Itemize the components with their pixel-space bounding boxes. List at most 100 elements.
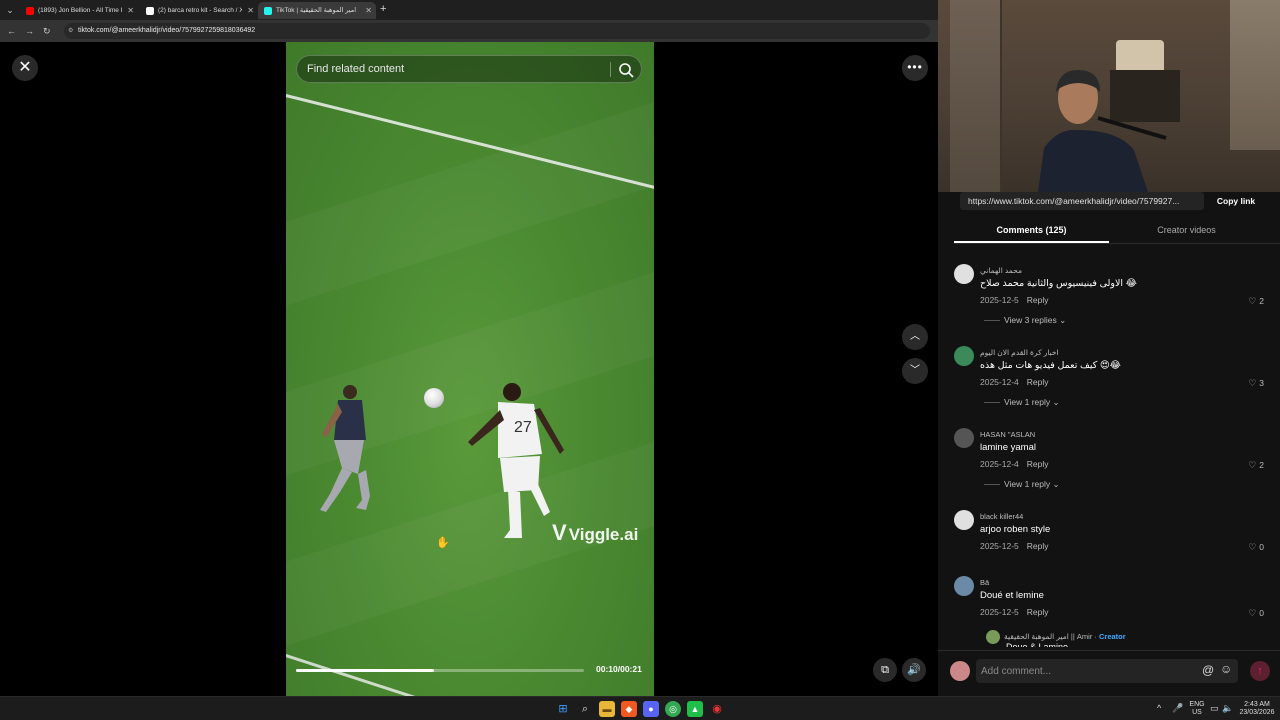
youtube-icon bbox=[26, 6, 34, 15]
player-white-figure: 27 bbox=[468, 383, 564, 538]
previous-video-button[interactable]: ︿ bbox=[902, 324, 928, 350]
emoji-icon[interactable]: ☺ bbox=[1220, 662, 1232, 676]
share-link-field[interactable]: https://www.tiktok.com/@ameerkhalidjr/vi… bbox=[960, 192, 1204, 210]
comment-text: الاولى فينيسيوس والثانية محمد صلاح 😂 bbox=[980, 278, 1137, 289]
video-player[interactable]: 27 VViggle.ai ✋ 00:10/00:21 bbox=[286, 42, 654, 696]
close-video-button[interactable]: ✕ bbox=[12, 55, 38, 81]
comment-meta: 2025-12-4 Reply bbox=[980, 459, 1049, 469]
reply-button[interactable]: Reply bbox=[1027, 459, 1049, 469]
comment-input[interactable] bbox=[976, 659, 1238, 683]
file-explorer-icon[interactable]: ▬ bbox=[599, 701, 615, 717]
mouse-cursor-icon: ✋ bbox=[436, 537, 450, 549]
reply-button[interactable]: Reply bbox=[1027, 541, 1049, 551]
comment-list: محمد الهماني الاولى فينيسيوس والثانية مح… bbox=[938, 256, 1280, 648]
soccer-ball bbox=[424, 388, 444, 408]
comment-text: كيف تعمل فيديو هات مثل هذه 😍😂 bbox=[980, 360, 1121, 371]
discord-icon[interactable]: ● bbox=[643, 701, 659, 717]
comment-meta: 2025-12-4 Reply bbox=[980, 377, 1049, 387]
windows-start-icon[interactable]: ⊞ bbox=[555, 701, 571, 717]
comment-username[interactable]: black killer44 bbox=[980, 512, 1023, 521]
reply-button[interactable]: Reply bbox=[1027, 295, 1049, 305]
address-bar-row: ← → ↻ ⚙ tiktok.com/@ameerkhalidjr/video/… bbox=[0, 20, 938, 42]
network-icon[interactable]: ▭ bbox=[1210, 703, 1219, 714]
comment-username[interactable]: محمد الهماني bbox=[980, 266, 1022, 275]
heart-icon: ♡ bbox=[1248, 296, 1257, 306]
brave-icon[interactable]: ◆ bbox=[621, 701, 637, 717]
copy-link-button[interactable]: Copy link bbox=[1208, 192, 1264, 210]
player-navy-figure bbox=[320, 385, 370, 512]
view-replies-button[interactable]: View 3 replies ⌄ bbox=[984, 315, 1066, 326]
avatar[interactable] bbox=[986, 630, 1000, 644]
jersey-number: 27 bbox=[514, 419, 532, 436]
send-comment-button[interactable]: ↑ bbox=[1250, 661, 1270, 681]
find-related-search[interactable] bbox=[296, 55, 642, 83]
tiktok-icon bbox=[264, 6, 272, 15]
url-field[interactable]: ⚙ tiktok.com/@ameerkhalidjr/video/757992… bbox=[64, 23, 930, 39]
comment-meta: 2025-12-5 Reply bbox=[980, 541, 1049, 551]
mention-icon[interactable]: @ bbox=[1202, 663, 1214, 677]
next-video-button[interactable]: ﹀ bbox=[902, 358, 928, 384]
avatar[interactable] bbox=[954, 346, 974, 366]
add-comment-bar: @ ☺ ↑ bbox=[938, 650, 1280, 696]
avatar[interactable] bbox=[954, 510, 974, 530]
volume-icon[interactable]: 🔈 bbox=[1222, 703, 1233, 714]
creator-reply-text: Doue & Lamine bbox=[1006, 642, 1069, 647]
view-replies-button[interactable]: View 1 reply ⌄ bbox=[984, 397, 1060, 408]
viggle-logo-icon: V bbox=[552, 520, 567, 545]
tab-list-icon[interactable]: ⌄ bbox=[3, 3, 17, 17]
share-link-bar: https://www.tiktok.com/@ameerkhalidjr/vi… bbox=[960, 192, 1262, 210]
browser-tab-tiktok[interactable]: TikTok | امير الموهبة الحقيقية ✕ bbox=[258, 2, 376, 19]
picture-in-picture-button[interactable]: ⧉ bbox=[873, 658, 897, 682]
replies-divider bbox=[984, 402, 1000, 404]
new-tab-button[interactable]: + bbox=[380, 3, 386, 16]
close-tab-icon[interactable]: ✕ bbox=[365, 2, 372, 19]
chevron-up-icon[interactable]: ^ bbox=[1157, 703, 1161, 713]
close-tab-icon[interactable]: ✕ bbox=[247, 2, 254, 19]
back-icon[interactable]: ← bbox=[7, 24, 16, 38]
recording-app-icon[interactable]: ◉ bbox=[709, 701, 725, 717]
chevron-down-icon: ⌄ bbox=[1059, 315, 1067, 325]
search-input[interactable] bbox=[297, 56, 609, 82]
field-stripe bbox=[286, 93, 654, 311]
reload-icon[interactable]: ↻ bbox=[43, 24, 51, 38]
heart-icon: ♡ bbox=[1248, 542, 1257, 552]
comments-panel: https://www.tiktok.com/@ameerkhalidjr/vi… bbox=[938, 0, 1280, 696]
like-button[interactable]: ♡ 0 bbox=[1248, 608, 1264, 619]
like-button[interactable]: ♡ 3 bbox=[1248, 378, 1264, 389]
app-icon[interactable]: ▲ bbox=[687, 701, 703, 717]
webcam-overlay bbox=[938, 0, 1280, 192]
microphone-icon[interactable]: 🎤 bbox=[1172, 703, 1183, 714]
avatar[interactable] bbox=[954, 428, 974, 448]
video-progress-bar[interactable] bbox=[296, 669, 584, 672]
reply-button[interactable]: Reply bbox=[1027, 607, 1049, 617]
avatar[interactable] bbox=[954, 264, 974, 284]
search-icon[interactable] bbox=[617, 61, 635, 79]
search-icon[interactable]: ⌕ bbox=[577, 701, 593, 717]
chevron-down-icon: ⌄ bbox=[1052, 397, 1060, 407]
close-tab-icon[interactable]: ✕ bbox=[127, 2, 134, 19]
tab-comments[interactable]: Comments (125) bbox=[954, 218, 1109, 243]
like-button[interactable]: ♡ 0 bbox=[1248, 542, 1264, 553]
volume-button[interactable]: 🔊 bbox=[902, 658, 926, 682]
comment-text: arjoo roben style bbox=[980, 524, 1051, 535]
comment-username[interactable]: اخبار كرة القدم الان اليوم bbox=[980, 348, 1059, 357]
comment-username[interactable]: Bā bbox=[980, 578, 989, 587]
language-indicator[interactable]: ENG US bbox=[1188, 701, 1206, 717]
view-replies-button[interactable]: View 1 reply ⌄ bbox=[984, 479, 1060, 490]
avatar[interactable] bbox=[954, 576, 974, 596]
like-button[interactable]: ♡ 2 bbox=[1248, 296, 1264, 307]
heart-icon: ♡ bbox=[1248, 378, 1257, 388]
comment-username[interactable]: HASAN "ASLAN bbox=[980, 430, 1035, 439]
tab-creator-videos[interactable]: Creator videos bbox=[1109, 218, 1264, 243]
site-info-icon[interactable]: ⚙ bbox=[68, 23, 73, 39]
reply-button[interactable]: Reply bbox=[1027, 377, 1049, 387]
chrome-icon[interactable]: ◎ bbox=[665, 701, 681, 717]
comment-meta: 2025-12-5 Reply bbox=[980, 295, 1049, 305]
like-button[interactable]: ♡ 2 bbox=[1248, 460, 1264, 471]
more-options-button[interactable]: ••• bbox=[902, 55, 928, 81]
field-line bbox=[286, 654, 477, 696]
clock[interactable]: 2:43 AM 23/03/2026 bbox=[1238, 701, 1276, 717]
browser-tab-x[interactable]: (2) barca retro kit - Search / X ✕ bbox=[140, 2, 258, 19]
browser-tab-youtube[interactable]: (1893) Jon Bellion - All Time Lo ✕ bbox=[20, 2, 138, 19]
forward-icon[interactable]: → bbox=[25, 24, 34, 38]
